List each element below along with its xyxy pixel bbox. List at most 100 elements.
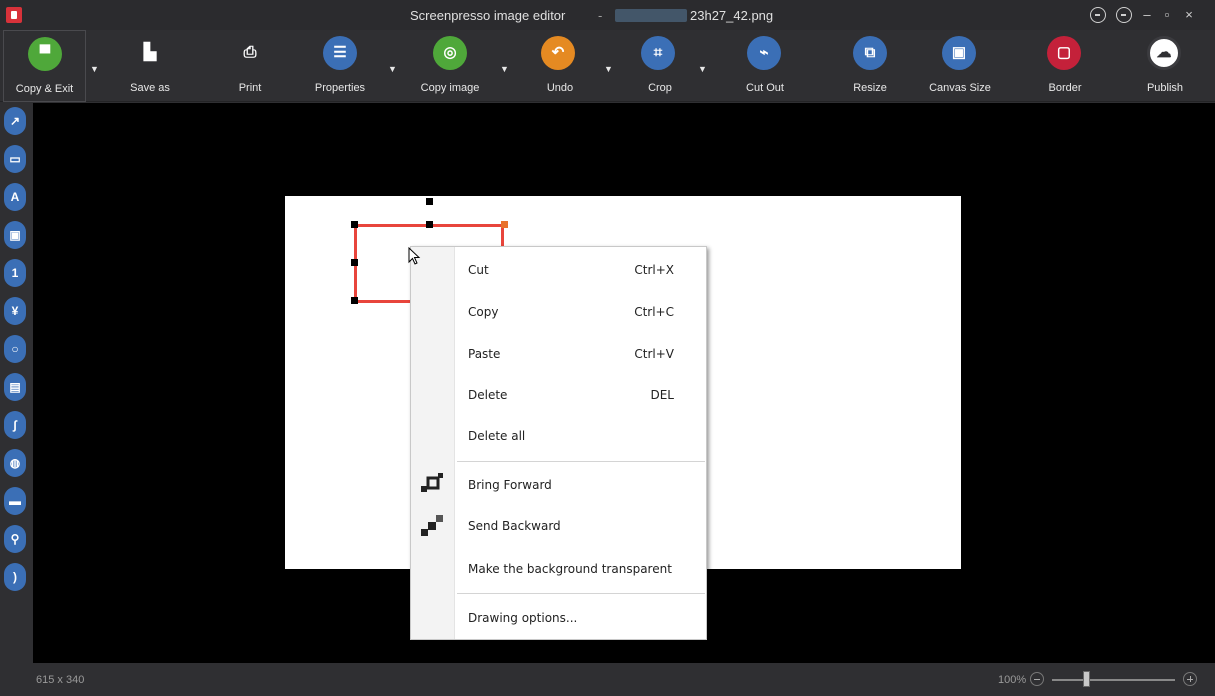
title-bar: Screenpresso image editor - 23h27_42.png… — [0, 0, 1215, 30]
crop-label: Crop — [648, 82, 672, 94]
publish-button[interactable]: ☁ Publish — [1130, 30, 1200, 102]
copy-image-label: Copy image — [420, 82, 480, 94]
crop-icon: ⌗ — [641, 36, 675, 70]
make-transparent-label: Make the background transparent — [468, 562, 672, 576]
cut-out-label: Cut Out — [746, 82, 784, 94]
menu-item-delete-all[interactable]: Delete all — [411, 417, 706, 455]
menu-item-make-transparent[interactable]: Make the background transparent — [411, 550, 706, 588]
maximize-button[interactable]: ▫ — [1160, 6, 1174, 24]
zoom-in-icon[interactable] — [1183, 672, 1197, 686]
resize-button[interactable]: ⧉ Resize — [835, 30, 905, 102]
arrow-tool-icon[interactable]: ↗ — [4, 107, 26, 135]
zoom-out-icon[interactable] — [1030, 672, 1044, 686]
copy-label: Copy — [468, 305, 499, 319]
window-title: Screenpresso image editor — [410, 8, 566, 23]
freehand-tool-icon[interactable]: ∫ — [4, 411, 26, 439]
undo-dropdown[interactable]: ▼ — [604, 64, 613, 74]
bring-forward-icon — [421, 473, 443, 492]
copy-exit-dropdown[interactable]: ▼ — [90, 64, 99, 74]
floppy-icon: ▙ — [143, 44, 157, 61]
watermark-tool-icon[interactable]: ▬ — [4, 487, 26, 515]
menu-item-bring-forward[interactable]: Bring Forward — [411, 466, 706, 504]
list-icon: ☰ — [323, 36, 357, 70]
undo-icon: ↶ — [541, 36, 575, 70]
next-icon[interactable] — [1116, 7, 1132, 23]
save-as-button[interactable]: ▙ Save as — [120, 30, 180, 102]
canvas-size-label: Canvas Size — [929, 82, 991, 94]
rectangle-tool-icon[interactable]: ▭ — [4, 145, 26, 173]
editor-window: Screenpresso image editor - 23h27_42.png… — [0, 0, 1215, 696]
magnifier-tool-icon[interactable]: ⚲ — [4, 525, 26, 553]
resize-handle-bottom-left[interactable] — [351, 297, 358, 304]
zoom-slider-thumb[interactable] — [1083, 671, 1090, 687]
toolbar: ▀ Copy & Exit ▼ ▙ Save as ⎙ Print ☰ Prop… — [0, 30, 1215, 102]
stamp-tool-icon[interactable]: ▤ — [4, 373, 26, 401]
zoom-level: 100% — [998, 674, 1027, 686]
cut-out-button[interactable]: ⌁ Cut Out — [730, 30, 800, 102]
delete-all-label: Delete all — [468, 429, 526, 443]
resize-handle-left[interactable] — [351, 259, 358, 266]
ellipse-tool-icon[interactable]: ○ — [4, 335, 26, 363]
file-name: 23h27_42.png — [690, 8, 774, 23]
copy-shortcut: Ctrl+C — [634, 305, 674, 319]
menu-item-paste[interactable]: Paste Ctrl+V — [411, 335, 706, 373]
save-as-label: Save as — [130, 82, 170, 94]
resize-handle-top-right[interactable] — [501, 221, 508, 228]
zoom-slider-track[interactable] — [1052, 679, 1175, 681]
menu-item-send-backward[interactable]: Send Backward — [411, 507, 706, 545]
text-tool-icon[interactable]: A — [4, 183, 26, 211]
title-separator: - — [598, 8, 603, 23]
app-logo-icon[interactable] — [6, 7, 22, 23]
properties-button[interactable]: ☰ Properties — [300, 30, 380, 102]
properties-label: Properties — [314, 82, 366, 94]
copy-exit-button[interactable]: ▀ Copy & Exit — [3, 30, 86, 102]
properties-dropdown[interactable]: ▼ — [388, 64, 397, 74]
copy-image-button[interactable]: ◎ Copy image — [405, 30, 495, 102]
status-bar: 615 x 340 100% — [0, 663, 1215, 696]
minimize-button[interactable]: – — [1140, 6, 1154, 24]
cut-out-icon: ⌁ — [747, 36, 781, 70]
redacted-path — [615, 9, 687, 22]
printer-icon: ⎙ — [243, 44, 257, 61]
cut-label: Cut — [468, 263, 489, 277]
resize-handle-top-left[interactable] — [351, 221, 358, 228]
resize-label: Resize — [853, 82, 887, 94]
image-dimensions: 615 x 340 — [36, 674, 85, 686]
callout-tool-icon[interactable]: ▣ — [4, 221, 26, 249]
canvas-size-button[interactable]: ▣ Canvas Size — [920, 30, 1000, 102]
copy-exit-label: Copy & Exit — [15, 83, 74, 95]
menu-item-drawing-options[interactable]: Drawing options... — [411, 599, 706, 637]
resize-handle-top[interactable] — [426, 221, 433, 228]
border-icon: ▢ — [1047, 36, 1081, 70]
close-button[interactable]: × — [1182, 6, 1196, 24]
print-button[interactable]: ⎙ Print — [225, 30, 275, 102]
resize-icon: ⧉ — [853, 36, 887, 70]
border-button[interactable]: ▢ Border — [1030, 30, 1100, 102]
border-label: Border — [1048, 82, 1082, 94]
cut-shortcut: Ctrl+X — [634, 263, 674, 277]
cloud-upload-icon: ☁ — [1147, 36, 1181, 70]
menu-item-cut[interactable]: Cut Ctrl+X — [411, 251, 706, 289]
mouse-cursor-icon — [408, 247, 421, 265]
send-backward-label: Send Backward — [468, 519, 561, 533]
drawing-tools-bar: ↗ ▭ A ▣ 1 ¥ ○ ▤ ∫ ◍ ▬ ⚲ ) — [0, 103, 33, 663]
copy-image-icon: ◎ — [433, 36, 467, 70]
menu-item-delete[interactable]: Delete DEL — [411, 376, 706, 414]
rotate-handle[interactable] — [426, 198, 433, 205]
menu-item-copy[interactable]: Copy Ctrl+C — [411, 293, 706, 331]
paste-shortcut: Ctrl+V — [634, 347, 674, 361]
previous-icon[interactable] — [1090, 7, 1106, 23]
paste-label: Paste — [468, 347, 501, 361]
blur-tool-icon[interactable]: ◍ — [4, 449, 26, 477]
crop-dropdown[interactable]: ▼ — [698, 64, 707, 74]
drawing-options-label: Drawing options... — [468, 611, 578, 625]
more-tools-icon[interactable]: ) — [4, 563, 26, 591]
copy-image-dropdown[interactable]: ▼ — [500, 64, 509, 74]
crop-button[interactable]: ⌗ Crop — [630, 30, 690, 102]
undo-label: Undo — [546, 82, 574, 94]
step-number-tool-icon[interactable]: 1 — [4, 259, 26, 287]
undo-button[interactable]: ↶ Undo — [530, 30, 590, 102]
highlight-tool-icon[interactable]: ¥ — [4, 297, 26, 325]
menu-separator — [457, 593, 705, 594]
print-label: Print — [238, 82, 262, 94]
